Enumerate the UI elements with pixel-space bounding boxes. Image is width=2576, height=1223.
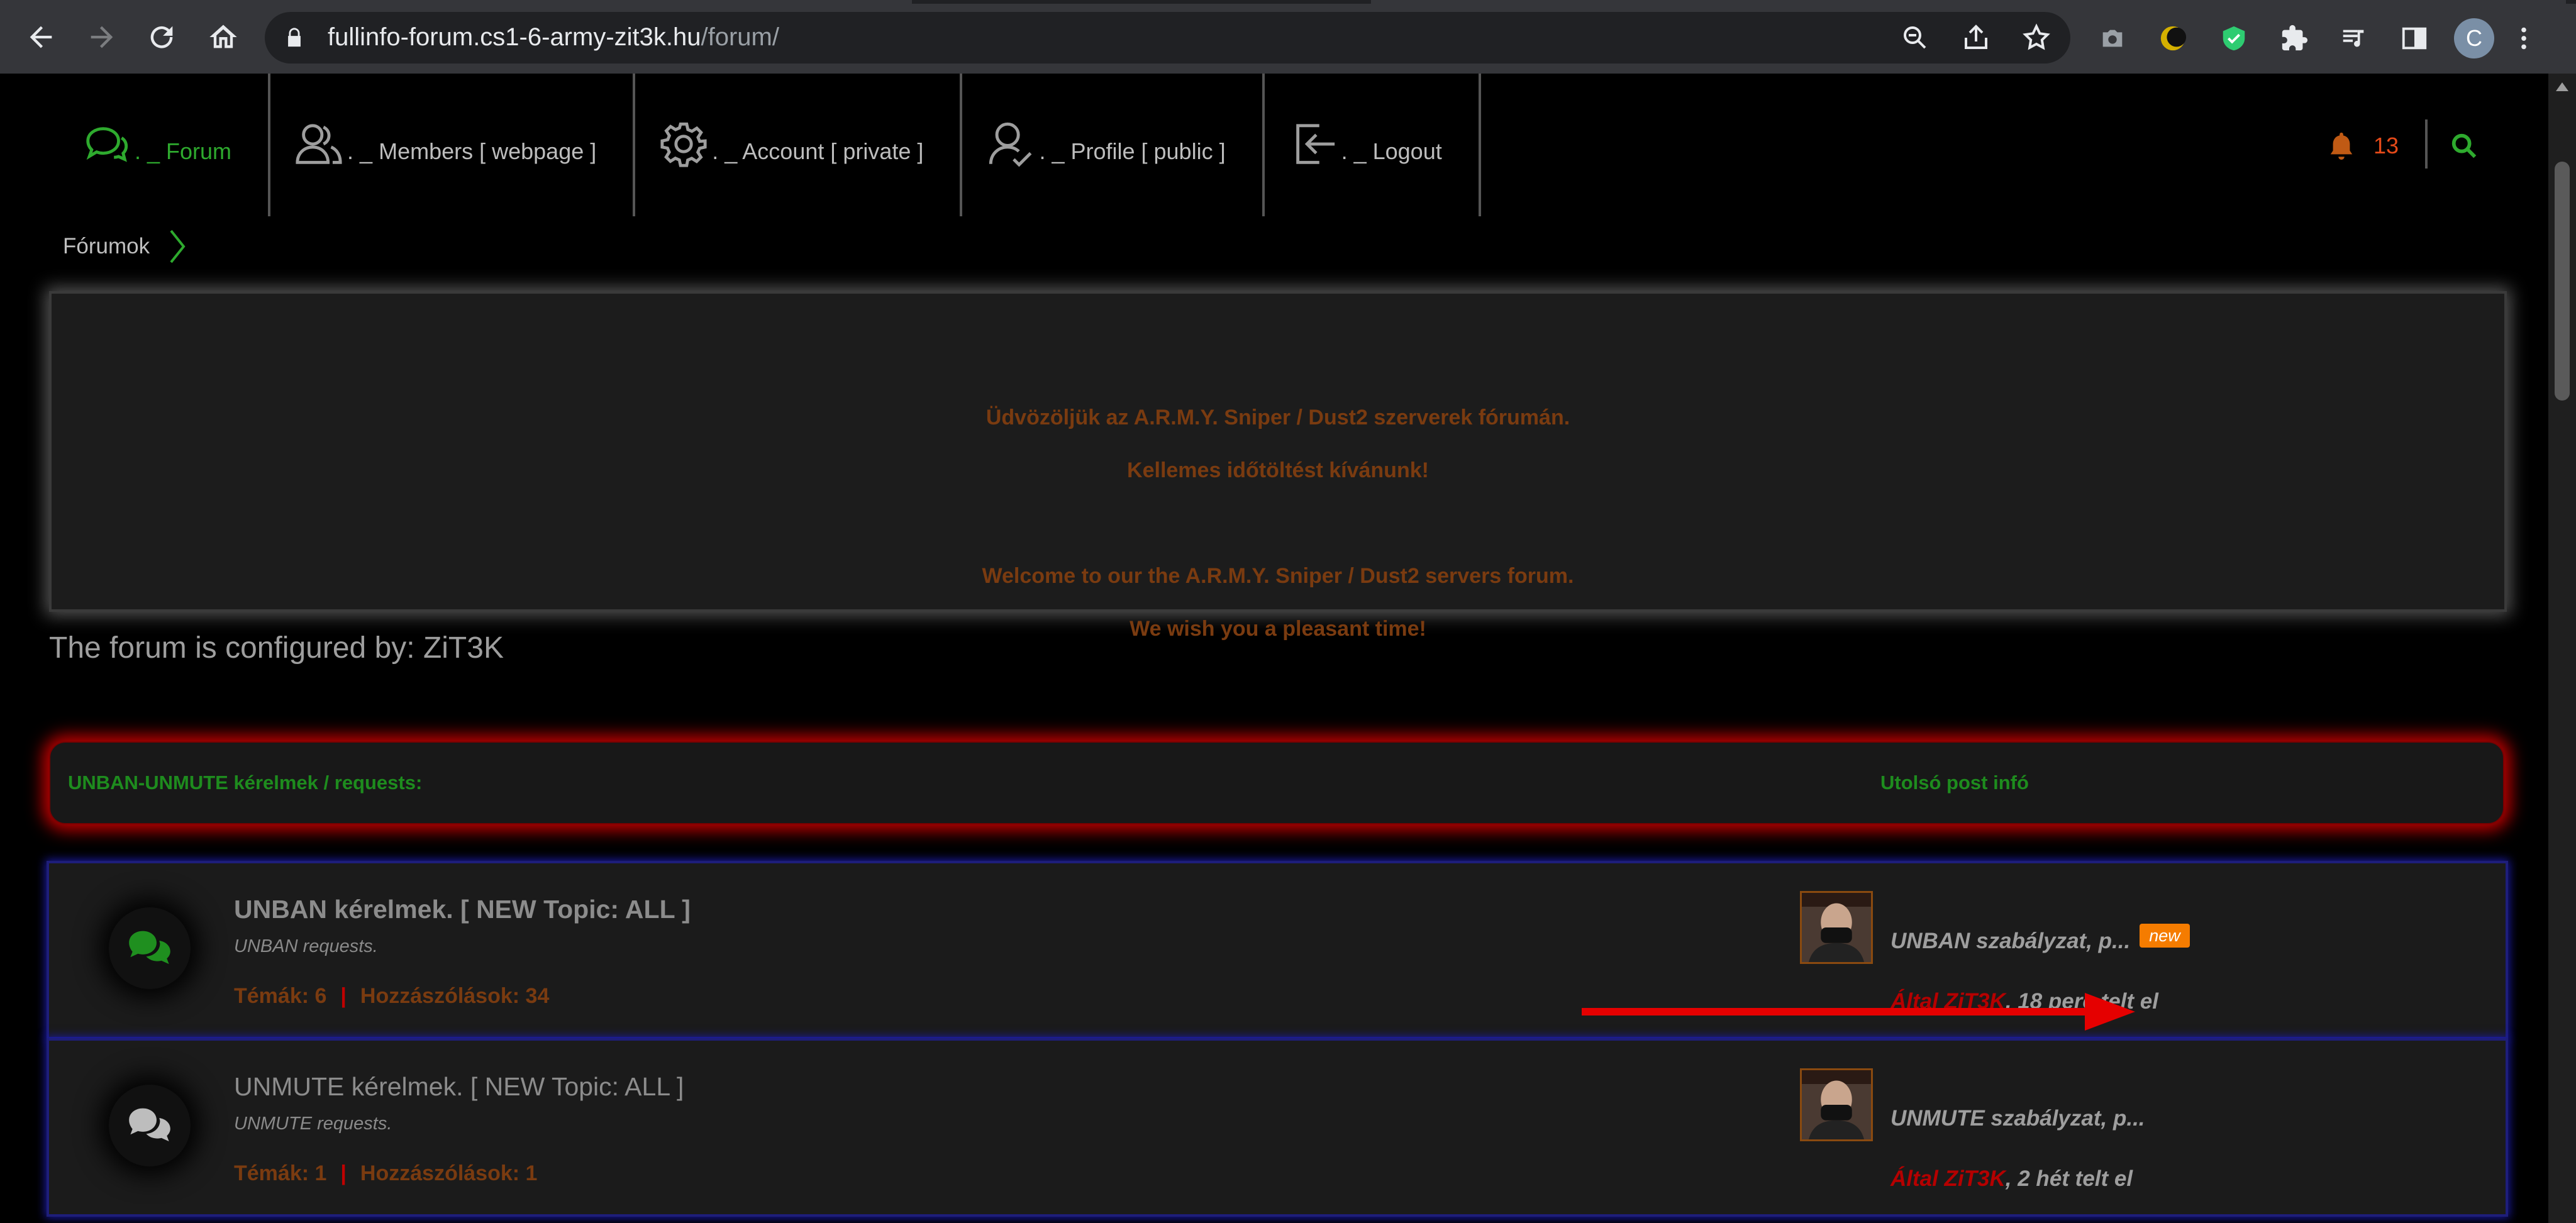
bell-icon — [2330, 132, 2353, 160]
back-button[interactable] — [18, 14, 64, 60]
last-post-meta: Által ZiT3K, 2 hét telt el — [1890, 1166, 2133, 1192]
url-host: fullinfo-forum.cs1-6-army-zit3k.hu — [328, 23, 701, 51]
nav-profile[interactable]: . _ Profile [ public ] — [962, 74, 1265, 216]
profile-initial: C — [2466, 25, 2482, 51]
arrow-right-icon — [91, 26, 113, 48]
users-icon — [296, 124, 342, 164]
stats-separator: | — [340, 1161, 347, 1185]
reload-button[interactable] — [138, 14, 185, 60]
breadcrumb-forums-link[interactable]: Fórumok — [63, 234, 150, 259]
category-header: UNBAN-UNMUTE kérelmek / requests: Utolsó… — [49, 741, 2504, 824]
forum-description: UNBAN requests. — [234, 936, 378, 956]
browser-tab-active[interactable] — [0, 0, 912, 4]
new-badge: new — [2140, 924, 2190, 948]
last-post-time: , 2 hét telt el — [2005, 1166, 2133, 1191]
nav-account-label: . _ Account [ private ] — [712, 138, 924, 164]
arrow-left-icon — [30, 26, 52, 48]
last-post-info-header: Utolsó post infó — [1880, 772, 2029, 794]
last-post-title-link[interactable]: UNBAN szabályzat, p... — [1890, 929, 2130, 954]
gear-icon — [660, 122, 707, 167]
reload-icon — [150, 26, 173, 48]
forum-icon — [109, 907, 191, 989]
forum-stats: Témák: 6 | Hozzászólások: 34 — [234, 984, 549, 1009]
address-bar[interactable]: fullinfo-forum.cs1-6-army-zit3k.hu/forum… — [265, 12, 2070, 64]
forum-description: UNMUTE requests. — [234, 1114, 392, 1134]
forum-title-link[interactable]: UNMUTE kérelmek. [ NEW Topic: ALL ] — [234, 1072, 684, 1102]
nav-logout[interactable]: . _ Logout — [1265, 74, 1481, 216]
forum-page: . _ Forum . _ Members [ webpage ] . _ Ac… — [0, 74, 2548, 1223]
forum-stats: Témák: 1 | Hozzászólások: 1 — [234, 1161, 537, 1186]
zoom-icon[interactable] — [1900, 23, 1930, 53]
nav-forum-label: . _ Forum — [135, 138, 232, 164]
welcome-line-hu-2: Kellemes időtöltést kívánunk! — [1127, 458, 1429, 482]
stats-separator: | — [340, 984, 347, 1008]
main-navigation: . _ Forum . _ Members [ webpage ] . _ Ac… — [60, 74, 1481, 216]
logout-icon — [1296, 124, 1335, 164]
nav-account[interactable]: . _ Account [ private ] — [635, 74, 963, 216]
dark-mode-extension-icon[interactable] — [2157, 23, 2189, 54]
home-button[interactable] — [200, 14, 247, 60]
nav-members[interactable]: . _ Members [ webpage ] — [270, 74, 636, 216]
nav-forum[interactable]: . _ Forum — [60, 74, 271, 216]
side-panel-icon[interactable] — [2399, 23, 2430, 54]
url-path: /forum/ — [701, 23, 779, 51]
last-post-title-link[interactable]: UNMUTE szabályzat, p... — [1890, 1106, 2145, 1131]
forum-icon — [109, 1085, 191, 1166]
user-photo — [1802, 893, 1871, 962]
posts-count: Hozzászólások: 34 — [360, 984, 550, 1008]
profile-avatar[interactable]: C — [2454, 18, 2494, 58]
browser-tab[interactable] — [1371, 0, 2566, 4]
share-icon[interactable] — [1961, 23, 1991, 53]
annotation-arrow-icon — [1582, 993, 2135, 1031]
category-title: UNBAN-UNMUTE kérelmek / requests: — [68, 772, 423, 794]
page-scrollbar[interactable] — [2548, 74, 2576, 1223]
chat-bubbles-icon — [86, 127, 128, 162]
last-post-avatar[interactable] — [1800, 891, 1873, 964]
nav-profile-label: . _ Profile [ public ] — [1039, 138, 1226, 164]
star-icon[interactable] — [2021, 23, 2051, 53]
welcome-line-hu-1: Üdvözöljük az A.R.M.Y. Sniper / Dust2 sz… — [985, 406, 1570, 429]
last-post-author-link[interactable]: Által ZiT3K — [1890, 1166, 2006, 1191]
topics-count: Témák: 6 — [234, 984, 327, 1008]
lock-icon[interactable] — [284, 27, 305, 48]
last-post-avatar[interactable] — [1800, 1068, 1873, 1141]
forum-row-unmute: UNMUTE kérelmek. [ NEW Topic: ALL ] UNMU… — [47, 1038, 2508, 1217]
forum-title-link[interactable]: UNBAN kérelmek. [ NEW Topic: ALL ] — [234, 895, 691, 924]
topics-count: Témák: 1 — [234, 1161, 327, 1185]
nav-logout-label: . _ Logout — [1341, 138, 1442, 164]
nav-members-label: . _ Members [ webpage ] — [347, 138, 597, 164]
forward-button[interactable] — [79, 14, 125, 60]
home-icon — [209, 25, 237, 48]
shield-extension-icon[interactable] — [2218, 23, 2250, 54]
nav-divider — [2425, 119, 2428, 169]
scroll-up-arrow[interactable] — [2556, 82, 2568, 91]
user-check-icon — [989, 122, 1032, 167]
search-icon[interactable] — [2450, 131, 2479, 160]
forum-row-unban: UNBAN kérelmek. [ NEW Topic: ALL ] UNBAN… — [47, 861, 2508, 1039]
user-photo — [1802, 1070, 1871, 1139]
welcome-line-en-1: Welcome to our the A.R.M.Y. Sniper / Dus… — [982, 564, 1574, 588]
chat-bubbles-icon — [129, 931, 170, 965]
puzzle-extensions-icon[interactable] — [2279, 23, 2310, 54]
welcome-banner: Üdvözöljük az A.R.M.Y. Sniper / Dust2 sz… — [49, 291, 2507, 641]
configured-by-text: The forum is configured by: ZiT3K — [49, 631, 504, 665]
media-controls-icon[interactable] — [2338, 23, 2370, 54]
notifications[interactable]: 13 — [2327, 130, 2399, 162]
kebab-menu-icon[interactable] — [2508, 23, 2540, 54]
scrollbar-thumb[interactable] — [2555, 162, 2570, 401]
chat-bubbles-icon — [129, 1108, 170, 1142]
notification-count: 13 — [2373, 133, 2399, 158]
chevron-right-icon — [170, 230, 186, 263]
browser-toolbar: fullinfo-forum.cs1-6-army-zit3k.hu/forum… — [0, 0, 2576, 74]
url-text[interactable]: fullinfo-forum.cs1-6-army-zit3k.hu/forum… — [328, 23, 779, 52]
breadcrumb: Fórumok — [63, 228, 189, 265]
posts-count: Hozzászólások: 1 — [360, 1161, 538, 1185]
camera-extension-icon[interactable] — [2097, 23, 2128, 54]
